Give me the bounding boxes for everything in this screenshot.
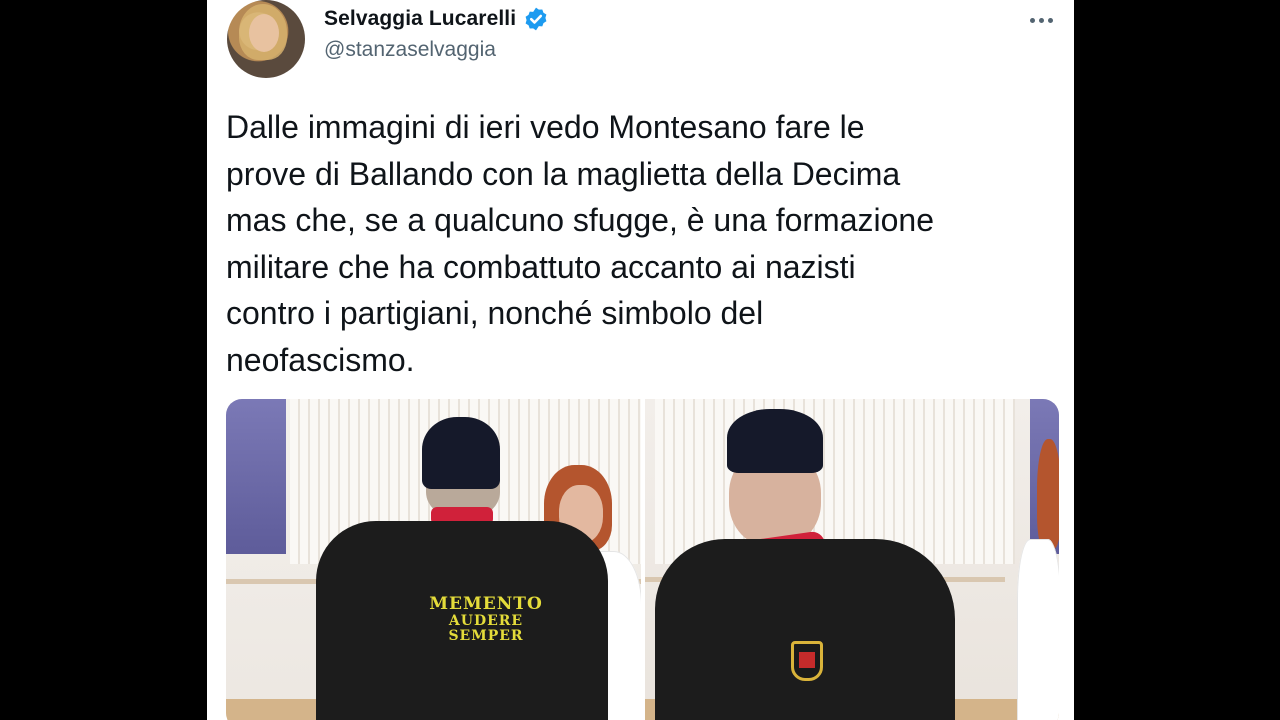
beanie: [422, 417, 500, 489]
more-options-icon[interactable]: [1026, 8, 1056, 32]
dancer-hair: [1036, 439, 1059, 549]
tweet-media[interactable]: MEMENTO AUDERE SEMPER: [226, 399, 1059, 720]
tweet-card: Selvaggia Lucarelli @stanzaselvaggia Dal…: [207, 0, 1074, 720]
black-tshirt: [654, 539, 955, 720]
verified-badge-icon: [525, 7, 547, 31]
display-name[interactable]: Selvaggia Lucarelli: [324, 7, 516, 31]
tweet-text: Dalle immagini di ieri vedo Montesano fa…: [226, 109, 934, 378]
shirt-print-line2: AUDERE SEMPER: [448, 612, 524, 645]
photo-left[interactable]: MEMENTO AUDERE SEMPER: [226, 399, 641, 720]
author-block: Selvaggia Lucarelli @stanzaselvaggia: [324, 6, 549, 62]
beanie: [726, 409, 823, 473]
window-left: [226, 399, 286, 554]
dancer-top: [1016, 539, 1059, 720]
avatar-face: [249, 14, 279, 52]
shirt-badge-icon: [790, 641, 823, 681]
name-row: Selvaggia Lucarelli: [324, 6, 549, 32]
shirt-print-line1: MEMENTO: [429, 594, 543, 614]
avatar[interactable]: [227, 0, 305, 78]
user-handle[interactable]: @stanzaselvaggia: [324, 38, 549, 62]
photo-right[interactable]: [644, 399, 1059, 720]
shirt-print: MEMENTO AUDERE SEMPER: [426, 595, 546, 644]
